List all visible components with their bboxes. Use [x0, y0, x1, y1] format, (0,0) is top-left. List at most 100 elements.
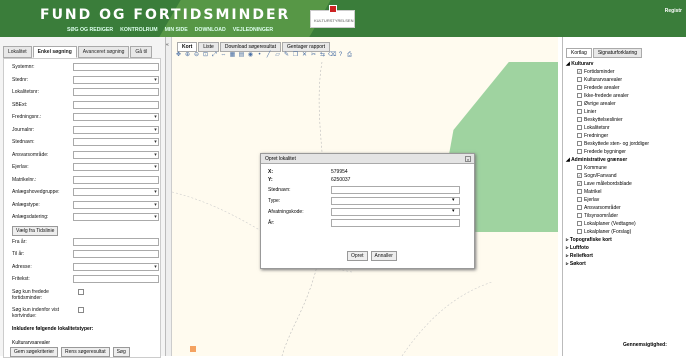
- layer-checkbox[interactable]: [577, 85, 582, 91]
- delete-icon[interactable]: ✕: [301, 52, 308, 59]
- tab-enkel-sogning[interactable]: Enkel søgning: [32, 46, 77, 58]
- chevron-down-icon[interactable]: ▾: [152, 202, 159, 208]
- chevron-down-icon[interactable]: ▾: [152, 139, 159, 145]
- field-input[interactable]: [73, 100, 159, 109]
- collapse-icon[interactable]: «: [166, 42, 169, 48]
- field-input[interactable]: [73, 63, 159, 71]
- line-icon[interactable]: ╱: [265, 52, 272, 59]
- layer-item[interactable]: Kommune: [566, 164, 684, 172]
- layer-checkbox[interactable]: [577, 197, 582, 203]
- chevron-down-icon[interactable]: ▾: [152, 114, 159, 120]
- layer-checkbox[interactable]: [577, 165, 582, 171]
- layer-checkbox[interactable]: [577, 221, 582, 227]
- nav-download[interactable]: DOWNLOAD: [195, 27, 226, 33]
- zoom-out-icon[interactable]: ⊖: [193, 52, 200, 59]
- nav-kontrolrum[interactable]: KONTROLRUM: [120, 27, 157, 33]
- field-select[interactable]: [73, 213, 159, 221]
- chevron-down-icon[interactable]: ▾: [152, 189, 159, 195]
- field-select[interactable]: [73, 113, 159, 121]
- field-select[interactable]: [73, 125, 159, 134]
- layer-item[interactable]: Ansvarsområder: [566, 204, 684, 212]
- clear-icon[interactable]: ⌫: [328, 52, 336, 59]
- layer-checkbox[interactable]: [577, 149, 582, 155]
- field-input[interactable]: [73, 275, 159, 283]
- tidslinie-button[interactable]: Vælg fra Tidslinie: [12, 225, 59, 236]
- close-icon[interactable]: ×: [465, 156, 471, 162]
- field-input[interactable]: [73, 88, 159, 96]
- nav-sog-og-rediger[interactable]: SØG OG REDIGER: [67, 27, 113, 33]
- layer-group[interactable]: ▹ Luftfoto: [566, 244, 684, 252]
- chevron-down-icon[interactable]: ▾: [152, 214, 159, 220]
- tab-kort[interactable]: Kort: [177, 42, 198, 52]
- layer-checkbox[interactable]: [577, 141, 582, 147]
- layer-item[interactable]: Kulturarvsarealer: [566, 76, 684, 84]
- polygon-icon[interactable]: ▱: [274, 52, 281, 59]
- split-icon[interactable]: ✂: [310, 52, 317, 59]
- layer-group[interactable]: ◢ Administrative grænser: [566, 156, 684, 164]
- layer-checkbox[interactable]: [577, 93, 582, 99]
- zoom-extent-icon[interactable]: ⤢: [211, 52, 218, 59]
- tab-kortlag[interactable]: Kortlag: [566, 48, 592, 58]
- tab-lokalitet[interactable]: Lokalitet: [3, 46, 32, 58]
- field-select[interactable]: [73, 200, 159, 209]
- chevron-down-icon[interactable]: ▾: [152, 152, 159, 158]
- layer-checkbox[interactable]: [577, 77, 582, 83]
- stednavn-input[interactable]: [331, 186, 460, 194]
- layer-item[interactable]: Ejerlav: [566, 196, 684, 204]
- layer-item[interactable]: Linier: [566, 108, 684, 116]
- identify-icon[interactable]: ?: [337, 52, 344, 59]
- grid-icon[interactable]: ▦: [229, 52, 236, 59]
- chevron-down-icon[interactable]: ▾: [452, 197, 455, 203]
- layer-item[interactable]: Øvrige arealer: [566, 100, 684, 108]
- print-icon[interactable]: ⎙: [346, 52, 353, 59]
- layer-item[interactable]: Sogn/Fanvand: [566, 172, 684, 180]
- tab-avanceret-sogning[interactable]: Avanceret søgning: [77, 46, 130, 58]
- layer-item[interactable]: Tilsynsområder: [566, 212, 684, 220]
- layer-checkbox[interactable]: [577, 173, 582, 179]
- field-input[interactable]: [73, 237, 159, 246]
- chevron-down-icon[interactable]: ▾: [452, 208, 455, 214]
- field-select[interactable]: [73, 188, 159, 196]
- layer-item[interactable]: Beskyttelseslinier: [566, 116, 684, 124]
- zoom-in-icon[interactable]: ⊕: [184, 52, 191, 59]
- tab-rapport[interactable]: Gentager rapport: [281, 42, 331, 52]
- field-select[interactable]: [73, 75, 159, 84]
- layer-checkbox[interactable]: [577, 133, 582, 139]
- layer-item[interactable]: Lave målebordsblade: [566, 180, 684, 188]
- field-select[interactable]: [73, 138, 159, 146]
- chevron-down-icon[interactable]: ▾: [152, 127, 159, 133]
- measure-icon[interactable]: ⇔: [220, 52, 227, 59]
- layer-item[interactable]: Ikke-fredede arealer: [566, 92, 684, 100]
- merge-icon[interactable]: ⇆: [319, 52, 326, 59]
- pan-icon[interactable]: ✥: [175, 52, 182, 59]
- layer-checkbox[interactable]: [577, 181, 582, 187]
- globe-icon[interactable]: ◉: [247, 52, 254, 59]
- layer-checkbox[interactable]: [577, 117, 582, 123]
- layer-item[interactable]: Fredede bygninger: [566, 148, 684, 156]
- layers-icon[interactable]: ▤: [238, 52, 245, 59]
- afvatningskode-select[interactable]: [331, 208, 460, 216]
- points-icon[interactable]: •: [256, 52, 263, 59]
- zoom-box-icon[interactable]: ⊡: [202, 52, 209, 59]
- edit-icon[interactable]: ✎: [283, 52, 290, 59]
- register-link[interactable]: Registr: [665, 8, 682, 14]
- tab-ga-til[interactable]: Gå til: [130, 46, 153, 58]
- layer-checkbox[interactable]: [577, 109, 582, 115]
- layer-group[interactable]: ▹ Topografiske kort: [566, 236, 684, 244]
- chevron-down-icon[interactable]: ▾: [152, 264, 159, 270]
- nav-min-side[interactable]: MIN SIDE: [165, 27, 188, 33]
- layer-checkbox[interactable]: [577, 205, 582, 211]
- field-input[interactable]: [73, 250, 159, 258]
- layer-checkbox[interactable]: [577, 229, 582, 235]
- layer-checkbox[interactable]: [577, 101, 582, 107]
- aar-input[interactable]: [331, 219, 460, 227]
- layer-group[interactable]: ◢ Kulturarv: [566, 60, 684, 68]
- layer-checkbox[interactable]: [577, 213, 582, 219]
- field-input[interactable]: [73, 175, 159, 184]
- layer-checkbox[interactable]: [577, 125, 582, 131]
- field-select[interactable]: [73, 262, 159, 271]
- layer-item[interactable]: Lokalitetsnr: [566, 124, 684, 132]
- layer-item[interactable]: Fredede arealer: [566, 84, 684, 92]
- layer-checkbox[interactable]: [577, 69, 582, 75]
- type-select[interactable]: [331, 197, 460, 205]
